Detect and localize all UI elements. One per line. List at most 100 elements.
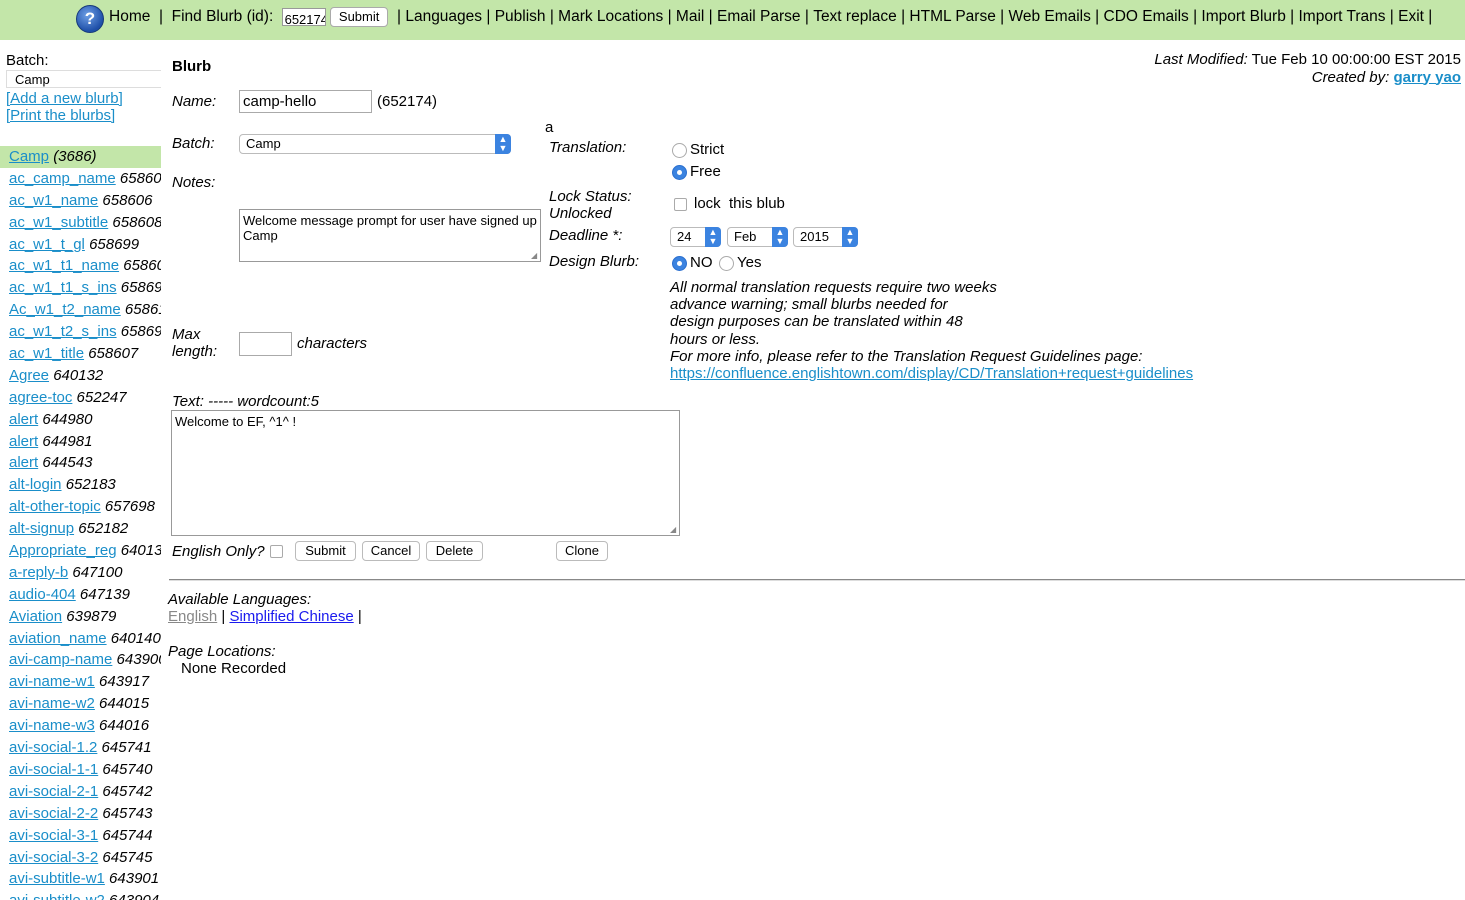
- blurb-link[interactable]: agree-toc: [9, 389, 72, 406]
- blurb-link[interactable]: ac_w1_t1_s_ins: [9, 279, 117, 296]
- notes-textarea[interactable]: Welcome message prompt for user have sig…: [239, 209, 541, 262]
- nav-web-emails[interactable]: Web Emails: [1008, 7, 1090, 27]
- list-item: ac_w1_title 658607: [0, 343, 161, 365]
- blurb-link[interactable]: Appropriate_reg: [9, 542, 117, 559]
- notes-label: Notes:: [172, 174, 216, 191]
- nav-languages[interactable]: Languages: [405, 7, 482, 27]
- find-blurb-submit-button[interactable]: Submit: [329, 7, 389, 27]
- language-link-english[interactable]: English: [168, 608, 217, 625]
- name-label: Name:: [172, 93, 217, 110]
- blurb-link[interactable]: avi-social-1.2: [9, 739, 97, 756]
- nav-mark-locations[interactable]: Mark Locations: [558, 7, 663, 27]
- blurb-link[interactable]: alt-login: [9, 476, 62, 493]
- blurb-id: 658607: [88, 345, 139, 363]
- blurb-link[interactable]: ac_camp_name: [9, 170, 116, 187]
- guide-line: hours or less.: [670, 330, 761, 348]
- blurb-link[interactable]: ac_w1_t2_s_ins: [9, 323, 117, 340]
- guidelines-link[interactable]: https://confluence.englishtown.com/displ…: [670, 365, 1193, 382]
- add-new-blurb-link[interactable]: [Add a new blurb]: [6, 90, 123, 107]
- resize-grip-icon[interactable]: ◢: [670, 526, 678, 534]
- blurb-link[interactable]: avi-social-2-1: [9, 783, 98, 800]
- blurb-link[interactable]: avi-name-w2: [9, 695, 95, 712]
- list-item: avi-camp-name 643900: [0, 649, 161, 671]
- created-by-label: Created by:: [1311, 68, 1390, 86]
- blurb-link[interactable]: avi-name-w3: [9, 717, 95, 734]
- blurb-link[interactable]: avi-subtitle-w1: [9, 870, 105, 887]
- blurb-id: (3686): [53, 148, 97, 165]
- blurb-link[interactable]: avi-social-3-2: [9, 849, 98, 866]
- lock-checkbox[interactable]: [674, 198, 687, 211]
- blurb-link[interactable]: Camp: [9, 148, 49, 165]
- blurb-id: 644543: [42, 454, 93, 472]
- blurb-link[interactable]: ac_w1_subtitle: [9, 214, 108, 231]
- nav-links-group: | Languages | Publish | Mark Locations |…: [393, 7, 1432, 27]
- delete-button[interactable]: Delete: [426, 541, 483, 561]
- blurb-link[interactable]: avi-name-w1: [9, 673, 95, 690]
- nav-home[interactable]: Home: [109, 7, 150, 27]
- clone-button[interactable]: Clone: [556, 541, 608, 561]
- resize-grip-icon[interactable]: ◢: [531, 252, 539, 260]
- blurb-id: 639879: [66, 607, 117, 625]
- blurb-link[interactable]: alert: [9, 454, 38, 471]
- created-by-link[interactable]: garry yao: [1393, 69, 1461, 86]
- english-only-checkbox[interactable]: [270, 545, 283, 558]
- blurb-link[interactable]: ac_w1_t_gl: [9, 236, 85, 253]
- blurb-link[interactable]: avi-social-3-1: [9, 827, 98, 844]
- nav-cdo-emails[interactable]: CDO Emails: [1104, 7, 1189, 27]
- cancel-button[interactable]: Cancel: [362, 541, 420, 561]
- nav-text-replace[interactable]: Text replace: [813, 7, 897, 27]
- deadline-year-select[interactable]: 2015 ▲ ▼: [793, 227, 858, 247]
- blurb-link[interactable]: ac_w1_title: [9, 345, 84, 362]
- blurb-link[interactable]: a-reply-b: [9, 564, 68, 581]
- language-link-simplified-chinese[interactable]: Simplified Chinese: [229, 608, 353, 625]
- blurb-link[interactable]: avi-subtitle-w2: [9, 892, 105, 900]
- help-icon[interactable]: ?: [76, 5, 104, 33]
- blurb-link[interactable]: Ac_w1_t2_name: [9, 301, 121, 318]
- blurb-link[interactable]: avi-social-1-1: [9, 761, 98, 778]
- blurb-id: 644980: [42, 410, 93, 428]
- blurb-id: 643900: [116, 651, 161, 669]
- max-length-input[interactable]: [239, 332, 292, 356]
- batch-select[interactable]: Camp ▲ ▼: [239, 134, 511, 154]
- blurb-link[interactable]: ac_w1_name: [9, 192, 98, 209]
- blurb-link[interactable]: aviation_name: [9, 630, 107, 647]
- list-item: alert 644981: [0, 431, 161, 453]
- list-item: avi-name-w1 643917: [0, 671, 161, 693]
- nav-import-trans[interactable]: Import Trans: [1298, 7, 1385, 27]
- blurb-id: 658608: [112, 213, 161, 231]
- translation-strict-radio[interactable]: [672, 143, 687, 158]
- deadline-month-select[interactable]: Feb ▲ ▼: [727, 227, 788, 247]
- name-input[interactable]: camp-hello: [239, 90, 372, 113]
- text-textarea[interactable]: Welcome to EF, ^1^ ! ◢: [171, 410, 680, 536]
- nav-publish[interactable]: Publish: [495, 7, 546, 27]
- blurb-link[interactable]: audio-404: [9, 586, 76, 603]
- blurb-link[interactable]: Aviation: [9, 608, 62, 625]
- blurb-link[interactable]: ac_w1_t1_name: [9, 257, 119, 274]
- design-yes-radio[interactable]: [719, 256, 734, 271]
- list-item: ac_w1_t2_s_ins 658699: [0, 321, 161, 343]
- print-blurbs-link[interactable]: [Print the blurbs]: [6, 107, 115, 124]
- blurb-id: 647139: [79, 585, 130, 603]
- blurb-link[interactable]: alt-other-topic: [9, 498, 101, 515]
- blurb-id: 652182: [78, 520, 129, 538]
- blurb-link[interactable]: alt-signup: [9, 520, 74, 537]
- sidebar-batch-select[interactable]: Camp: [6, 70, 161, 88]
- deadline-day-select[interactable]: 24 ▲ ▼: [670, 227, 721, 247]
- blurb-id: 640133: [120, 542, 161, 560]
- nav-html-parse[interactable]: HTML Parse: [909, 7, 995, 27]
- translation-free-radio[interactable]: [672, 165, 687, 180]
- design-no-radio[interactable]: [672, 256, 687, 271]
- nav-exit[interactable]: Exit: [1398, 7, 1424, 27]
- list-item: a-reply-b 647100: [0, 562, 161, 584]
- list-item: avi-social-1.2 645741: [0, 737, 161, 759]
- find-blurb-input[interactable]: 652174: [281, 8, 326, 26]
- nav-mail[interactable]: Mail: [676, 7, 704, 27]
- nav-email-parse[interactable]: Email Parse: [717, 7, 801, 27]
- blurb-link[interactable]: alert: [9, 411, 38, 428]
- blurb-link[interactable]: Agree: [9, 367, 49, 384]
- blurb-link[interactable]: avi-social-2-2: [9, 805, 98, 822]
- nav-import-blurb[interactable]: Import Blurb: [1201, 7, 1285, 27]
- blurb-link[interactable]: alert: [9, 433, 38, 450]
- blurb-link[interactable]: avi-camp-name: [9, 651, 112, 668]
- submit-button[interactable]: Submit: [295, 541, 356, 561]
